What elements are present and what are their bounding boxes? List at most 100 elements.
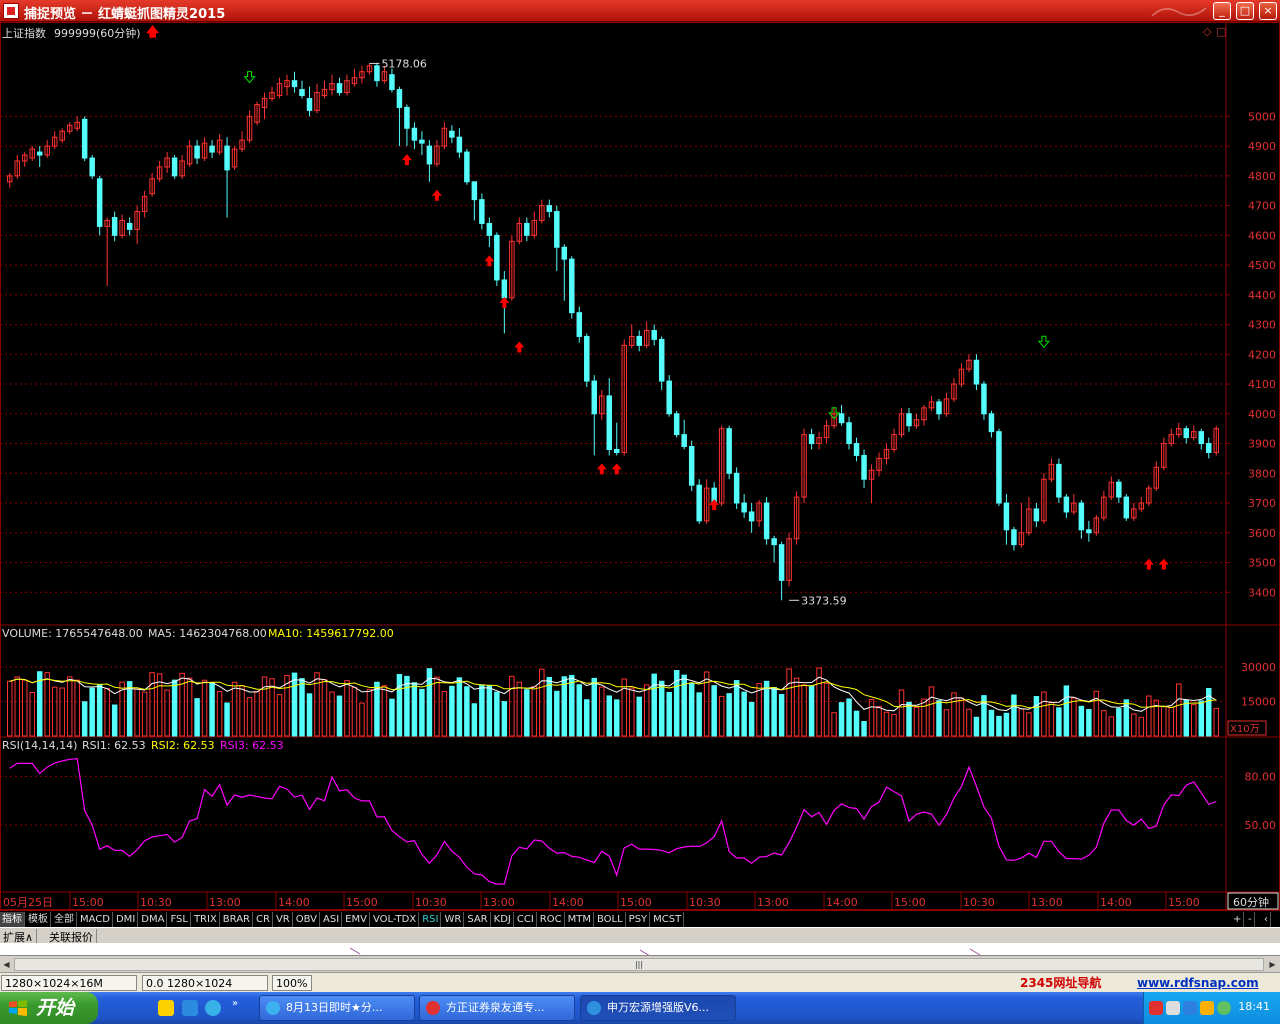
buy-signal-arrow-icon bbox=[1158, 558, 1169, 570]
quicklaunch-globe-icon[interactable] bbox=[205, 1000, 221, 1016]
scroll-thumb[interactable]: ||| bbox=[14, 958, 1264, 971]
tab-sar[interactable]: SAR bbox=[465, 912, 491, 927]
sell-signal-arrow-icon bbox=[1037, 335, 1050, 349]
tab-模板[interactable]: 模板 bbox=[26, 912, 51, 927]
tab-kdj[interactable]: KDJ bbox=[492, 912, 514, 927]
tab-mtm[interactable]: MTM bbox=[566, 912, 594, 927]
tab-vol-tdx[interactable]: VOL-TDX bbox=[371, 912, 420, 927]
volume-bar bbox=[546, 676, 553, 737]
volume-bar bbox=[1011, 694, 1017, 737]
tab-dma[interactable]: DMA bbox=[139, 912, 168, 927]
time-axis-label: 15:00 bbox=[346, 896, 378, 909]
volume-bar bbox=[703, 671, 710, 737]
tab-cci[interactable]: CCI bbox=[515, 912, 537, 927]
time-axis-label: 14:00 bbox=[1100, 896, 1132, 909]
volume-bar bbox=[186, 677, 193, 737]
volume-bar bbox=[201, 679, 208, 737]
tab-obv[interactable]: OBV bbox=[294, 912, 320, 927]
tab-remove-button[interactable]: - bbox=[1246, 912, 1255, 927]
candle-body bbox=[1116, 481, 1122, 498]
tab-asi[interactable]: ASI bbox=[321, 912, 343, 927]
horizontal-scrollbar[interactable]: ◀ ||| ▶ bbox=[0, 955, 1280, 972]
volume-bar bbox=[179, 672, 185, 737]
keyboard-tray-icon[interactable] bbox=[1166, 1001, 1180, 1015]
tab-wr[interactable]: WR bbox=[442, 912, 465, 927]
volume-bar bbox=[966, 708, 972, 737]
taskbar-item-1[interactable]: 8月13日即时★分... bbox=[259, 995, 415, 1021]
tab-trix[interactable]: TRIX bbox=[192, 912, 220, 927]
tab-dmi[interactable]: DMI bbox=[114, 912, 139, 927]
rsi3-value: RSI3: 62.53 bbox=[220, 739, 284, 752]
diamond-mark-icon[interactable]: ◇ bbox=[1203, 25, 1211, 38]
volume-bar bbox=[688, 683, 695, 737]
volume-bar bbox=[531, 685, 538, 737]
candle-body bbox=[1063, 496, 1070, 513]
tab-roc[interactable]: ROC bbox=[538, 912, 565, 927]
time-axis-label: 10:30 bbox=[415, 896, 447, 909]
candle-body bbox=[111, 216, 118, 236]
tab-macd[interactable]: MACD bbox=[78, 912, 113, 927]
tab-boll[interactable]: BOLL bbox=[595, 912, 626, 927]
candle-body bbox=[763, 502, 770, 540]
quicklaunch-more-icon[interactable]: » bbox=[232, 998, 238, 1009]
candle-body bbox=[411, 127, 418, 141]
maximize-button[interactable]: □ bbox=[1236, 2, 1254, 20]
volume-bar bbox=[471, 703, 478, 737]
candle-body bbox=[426, 145, 433, 165]
volume-bar bbox=[1018, 708, 1025, 737]
scroll-left-icon[interactable]: ◀ bbox=[0, 958, 13, 971]
price-axis-label: 4800 bbox=[1248, 170, 1276, 183]
candle-body bbox=[771, 538, 777, 546]
chart-canvas[interactable]: 5000 4900 4800 4700 4600 4500 4400 4300 4200 4100… bbox=[0, 22, 1280, 910]
shield-tray-icon[interactable] bbox=[1217, 1001, 1231, 1015]
volume-bar bbox=[741, 691, 747, 737]
network-tray-icon[interactable] bbox=[1183, 1001, 1197, 1015]
candle-body bbox=[1123, 496, 1130, 519]
tab-fsl[interactable]: FSL bbox=[168, 912, 191, 927]
tab-指标[interactable]: 指标 bbox=[0, 912, 25, 927]
time-axis-label: 10:30 bbox=[689, 896, 721, 909]
square-mark-icon[interactable]: □ bbox=[1216, 25, 1226, 38]
chart-area[interactable]: 5000 4900 4800 4700 4600 4500 4400 4300 4200 4100… bbox=[0, 22, 1280, 910]
system-tray: 18:41 bbox=[1143, 992, 1280, 1024]
volume-bar bbox=[224, 702, 230, 737]
close-button[interactable]: × bbox=[1259, 2, 1277, 20]
candle-body bbox=[973, 359, 980, 385]
taskbar-item-2[interactable]: 方正证券泉友通专... bbox=[419, 995, 575, 1021]
minimize-button[interactable]: _ bbox=[1213, 2, 1231, 20]
candle-body bbox=[636, 335, 642, 346]
security-tray-icon[interactable] bbox=[1200, 1001, 1214, 1015]
tab-add-button[interactable]: + bbox=[1231, 912, 1245, 927]
candle-body bbox=[988, 413, 995, 433]
volume-bar bbox=[1063, 685, 1070, 737]
tab-rsi[interactable]: RSI bbox=[420, 912, 442, 927]
candle-body bbox=[1003, 502, 1010, 531]
tab-psy[interactable]: PSY bbox=[627, 912, 651, 927]
volume-bar bbox=[299, 678, 305, 737]
tab-emv[interactable]: EMV bbox=[343, 912, 370, 927]
period-up-arrow-icon[interactable]: 🡅 bbox=[146, 23, 159, 45]
volume-bar bbox=[771, 686, 777, 737]
scroll-right-icon[interactable]: ▶ bbox=[1266, 958, 1279, 971]
volume-bar bbox=[66, 676, 73, 737]
candle-body bbox=[1086, 529, 1092, 534]
tab-vr[interactable]: VR bbox=[274, 912, 293, 927]
link-2345[interactable]: 2345网址导航 bbox=[1020, 975, 1101, 991]
start-button[interactable]: 开始 bbox=[0, 992, 98, 1024]
tab-cr[interactable]: CR bbox=[254, 912, 273, 927]
candle-body bbox=[96, 178, 103, 227]
candle-body bbox=[696, 484, 702, 522]
candle-body bbox=[748, 511, 755, 522]
taskbar-item-3[interactable]: 申万宏源增强版V6... bbox=[580, 995, 736, 1021]
candle-body bbox=[1183, 428, 1190, 439]
volume-bar bbox=[216, 690, 223, 737]
quicklaunch-browser-icon[interactable] bbox=[158, 1000, 174, 1016]
link-rdfsnap[interactable]: www.rdfsnap.com bbox=[1137, 975, 1259, 991]
candle-body bbox=[224, 145, 230, 171]
sogou-tray-icon[interactable] bbox=[1149, 1001, 1163, 1015]
tab-scroll-button[interactable]: ‹ bbox=[1262, 912, 1271, 927]
tab-mcst[interactable]: MCST bbox=[651, 912, 685, 927]
quicklaunch-ie-icon[interactable] bbox=[182, 1000, 198, 1016]
tab-全部[interactable]: 全部 bbox=[52, 912, 77, 927]
tab-brar[interactable]: BRAR bbox=[221, 912, 253, 927]
